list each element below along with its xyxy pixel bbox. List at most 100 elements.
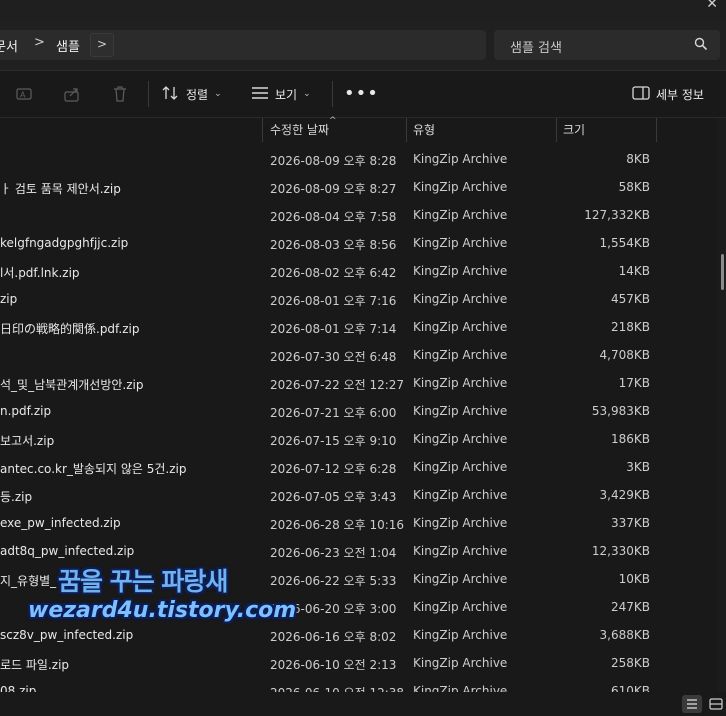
file-name[interactable]: exe_pw_infected.zip xyxy=(0,516,121,530)
file-modified: 2026-08-09 오후 8:28 xyxy=(270,154,397,168)
search-icon[interactable] xyxy=(694,37,708,54)
file-name[interactable]: zip xyxy=(0,292,17,306)
column-header-size[interactable]: 크기 xyxy=(563,121,585,138)
chevron-down-icon: ⌄ xyxy=(214,89,222,99)
file-modified: 2026-07-15 오후 9:10 xyxy=(270,434,397,448)
file-modified: 2026-07-22 오전 12:27 xyxy=(270,378,405,392)
file-row[interactable]: n.pdf.zip 2026-07-21 오후 6:00 KingZip Archi… xyxy=(0,398,718,426)
file-type: KingZip Archive xyxy=(413,628,508,642)
file-modified: 2026-08-03 오후 8:56 xyxy=(270,238,397,252)
sort-label: 정렬 xyxy=(186,87,209,102)
file-size: 3,429KB xyxy=(599,488,650,502)
file-type: KingZip Archive xyxy=(413,264,508,278)
title-bar: ✕ xyxy=(0,0,726,20)
file-name[interactable]: antec.co.kr_발송되지 않은 5건.zip xyxy=(0,460,187,477)
breadcrumb-documents[interactable]: 문서 xyxy=(0,36,18,55)
file-row[interactable]: zip 2026-08-01 오후 7:16 KingZip Archive 457K… xyxy=(0,286,718,314)
file-name[interactable]: kelgfngadgpghfjjc.zip xyxy=(0,236,128,250)
file-type: KingZip Archive xyxy=(413,376,508,390)
file-row[interactable]: 日印の戦略的関係.pdf.zip 2026-08-01 오후 7:14 KingZi… xyxy=(0,314,718,342)
file-modified: 2026-07-12 오후 6:28 xyxy=(270,462,397,476)
file-row[interactable]: 등.zip 2026-07-05 오후 3:43 KingZip Archive 3,… xyxy=(0,482,718,510)
column-divider[interactable] xyxy=(406,118,407,142)
details-view-icon[interactable] xyxy=(682,695,702,713)
delete-icon[interactable] xyxy=(110,84,130,104)
file-type: KingZip Archive xyxy=(413,600,508,614)
file-name[interactable]: 보고서.zip xyxy=(0,432,54,449)
file-size: 186KB xyxy=(610,432,650,446)
more-options-button[interactable]: ••• xyxy=(344,83,379,104)
column-divider[interactable] xyxy=(262,118,263,142)
file-row[interactable]: ㅏ 검토 품목 제안서.zip 2026-08-09 오후 8:27 KingZip… xyxy=(0,174,718,202)
address-bar[interactable]: 문서 > 샘플 > xyxy=(0,30,486,60)
close-button[interactable]: ✕ xyxy=(706,0,718,12)
file-size: 10KB xyxy=(618,572,650,586)
file-size: 3,688KB xyxy=(599,628,650,642)
breadcrumb-samples[interactable]: 샘플 xyxy=(56,36,80,55)
file-type: KingZip Archive xyxy=(413,544,508,558)
file-name[interactable]: 석_및_남북관계개선방안.zip xyxy=(0,376,143,393)
file-row[interactable]: 2026-08-09 오후 8:28 KingZip Archive 8KB xyxy=(0,146,718,174)
file-size: 127,332KB xyxy=(584,208,650,222)
file-row[interactable]: 로드 파일.zip 2026-06-10 오전 2:13 KingZip Archi… xyxy=(0,650,718,678)
rename-icon[interactable]: A xyxy=(14,84,34,104)
file-type: KingZip Archive xyxy=(413,180,508,194)
file-row[interactable]: 2026-08-04 오후 7:58 KingZip Archive 127,332… xyxy=(0,202,718,230)
file-name[interactable]: adt8q_pw_infected.zip xyxy=(0,544,134,558)
column-header-type[interactable]: 유형 xyxy=(413,121,435,138)
file-type: KingZip Archive xyxy=(413,656,508,670)
share-icon[interactable] xyxy=(62,84,82,104)
file-row[interactable]: 2026-07-30 오전 6:48 KingZip Archive 4,708KB xyxy=(0,342,718,370)
file-type: KingZip Archive xyxy=(413,236,508,250)
file-size: 247KB xyxy=(610,600,650,614)
file-modified: 2026-06-28 오후 10:16 xyxy=(270,518,405,532)
file-modified: 2026-07-21 오후 6:00 xyxy=(270,406,397,420)
search-placeholder: 샘플 검색 xyxy=(510,41,562,56)
chevron-down-icon: ⌄ xyxy=(303,89,311,99)
file-name[interactable]: 등.zip xyxy=(0,488,32,505)
file-name[interactable]: l서.pdf.lnk.zip xyxy=(0,264,80,281)
column-divider[interactable] xyxy=(556,118,557,142)
status-bar xyxy=(0,692,726,716)
view-button[interactable]: 보기 ⌄ xyxy=(251,83,311,105)
file-row[interactable]: scz8v_pw_infected.zip 2026-06-16 오후 8:02 K… xyxy=(0,622,718,650)
file-row[interactable]: l서.pdf.lnk.zip 2026-08-02 오후 6:42 KingZip … xyxy=(0,258,718,286)
view-label: 보기 xyxy=(275,87,298,102)
file-modified: 2026-06-23 오전 1:04 xyxy=(270,546,397,560)
file-row[interactable]: 보고서.zip 2026-07-15 오후 9:10 KingZip Archive… xyxy=(0,426,718,454)
file-modified: 2026-07-05 오후 3:43 xyxy=(270,490,397,504)
breadcrumb-expand-button[interactable]: > xyxy=(90,33,114,57)
file-row[interactable]: 석_및_남북관계개선방안.zip 2026-07-22 오전 12:27 KingZ… xyxy=(0,370,718,398)
vertical-scrollbar[interactable] xyxy=(718,118,726,692)
details-pane-button[interactable]: 세부 정보 xyxy=(632,83,704,105)
file-row[interactable]: exe_pw_infected.zip 2026-06-28 오후 10:16 Ki… xyxy=(0,510,718,538)
file-modified: 2026-07-30 오전 6:48 xyxy=(270,350,397,364)
details-label: 세부 정보 xyxy=(656,87,704,102)
file-name[interactable]: 지_유형별_ xyxy=(0,572,56,589)
sort-icon xyxy=(162,85,180,104)
breadcrumb-separator[interactable]: > xyxy=(34,35,45,50)
file-type: KingZip Archive xyxy=(413,404,508,418)
file-type: KingZip Archive xyxy=(413,348,508,362)
toolbar-divider xyxy=(332,81,333,107)
scrollbar-thumb[interactable] xyxy=(721,254,724,290)
svg-text:A: A xyxy=(20,91,26,100)
file-size: 58KB xyxy=(618,180,650,194)
file-name[interactable]: 日印の戦略的関係.pdf.zip xyxy=(0,320,139,337)
file-type: KingZip Archive xyxy=(413,152,508,166)
file-modified: 2026-08-01 오후 7:16 xyxy=(270,294,397,308)
file-name[interactable]: scz8v_pw_infected.zip xyxy=(0,628,133,642)
file-name[interactable]: n.pdf.zip xyxy=(0,404,51,418)
file-size: 1,554KB xyxy=(599,236,650,250)
file-row[interactable]: antec.co.kr_발송되지 않은 5건.zip 2026-07-12 오후 … xyxy=(0,454,718,482)
file-name[interactable]: ㅏ 검토 품목 제안서.zip xyxy=(0,180,121,197)
file-size: 8KB xyxy=(626,152,650,166)
search-input[interactable]: 샘플 검색 xyxy=(494,30,720,60)
tiles-view-icon[interactable] xyxy=(706,695,726,713)
file-row[interactable]: kelgfngadgpghfjjc.zip 2026-08-03 오후 8:56 K… xyxy=(0,230,718,258)
column-header-modified[interactable]: 수정한 날짜 xyxy=(270,121,329,138)
file-name[interactable]: 로드 파일.zip xyxy=(0,656,69,673)
sort-button[interactable]: 정렬 ⌄ xyxy=(162,83,222,105)
column-divider[interactable] xyxy=(656,118,657,142)
details-pane-icon xyxy=(632,85,650,103)
